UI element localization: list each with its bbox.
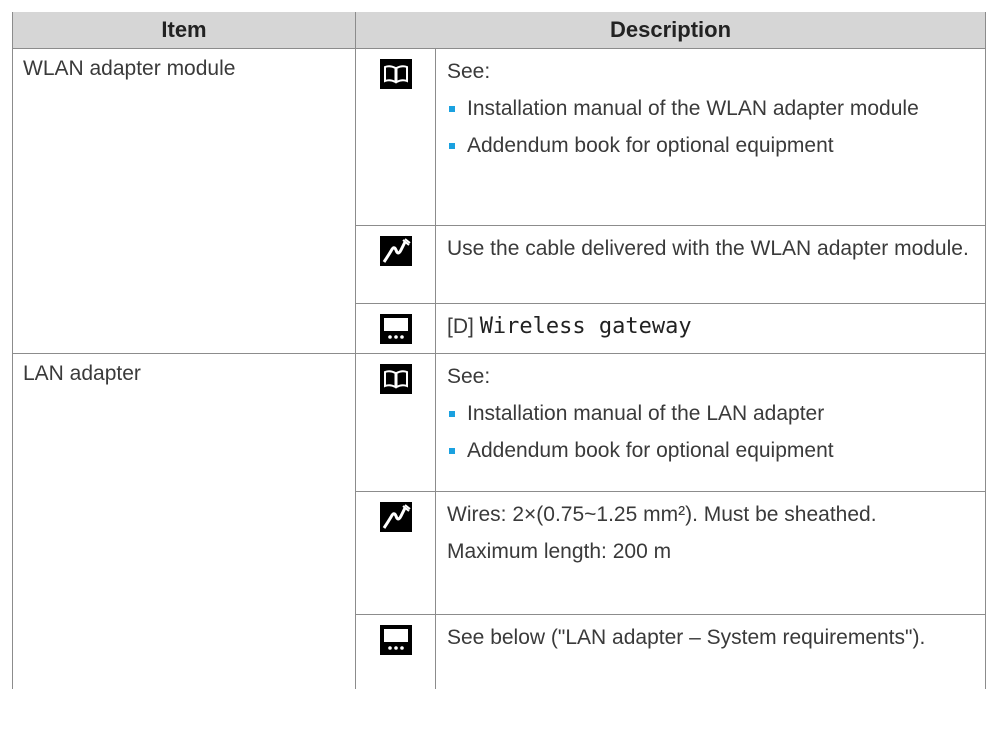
cable-text: Use the cable delivered with the WLAN ad… (447, 237, 969, 260)
menu-ref-prefix: [D] (447, 315, 474, 338)
max-length-text: Maximum length: 200 m (447, 540, 672, 563)
header-description: Description (355, 12, 986, 49)
desc-cell: See: Installation manual of the WLAN ada… (435, 48, 986, 226)
book-icon (379, 364, 412, 394)
item-lan-adapter: LAN adapter (12, 353, 356, 689)
icon-cell (355, 614, 436, 689)
see-label: See: (447, 60, 491, 83)
bullet-text: Addendum book for optional equipment (467, 134, 834, 157)
table-header-row: Item Description (12, 12, 986, 49)
header-item: Item (12, 12, 356, 49)
bullet-text: Addendum book for optional equipment (467, 439, 834, 462)
desc-cell: Use the cable delivered with the WLAN ad… (435, 225, 986, 304)
cable-icon (379, 502, 412, 532)
icon-cell (355, 353, 436, 492)
table-row: WLAN adapter module See: Installation ma… (12, 48, 986, 354)
icon-cell (355, 491, 436, 615)
see-label: See: (447, 365, 491, 388)
spec-table-container: Item Description WLAN adapter module See… (12, 12, 986, 689)
list-item: Addendum book for optional equipment (447, 436, 975, 466)
list-item: Installation manual of the LAN adapter (447, 399, 975, 429)
desc-cell: See: Installation manual of the LAN adap… (435, 353, 986, 492)
icon-cell (355, 225, 436, 304)
table-row: LAN adapter See: Installation manual of … (12, 353, 986, 689)
wires-text: Wires: 2×(0.75~1.25 mm²). Must be sheath… (447, 503, 877, 526)
book-icon (379, 59, 412, 89)
menu-ref-code: Wireless gateway (479, 314, 692, 339)
desc-cell: Wires: 2×(0.75~1.25 mm²). Must be sheath… (435, 491, 986, 615)
icon-cell (355, 303, 436, 354)
icon-cell (355, 48, 436, 226)
desc-cell: See below ("LAN adapter – System require… (435, 614, 986, 689)
controller-icon (379, 314, 412, 344)
cable-icon (379, 236, 412, 266)
bullet-text: Installation manual of the WLAN adapter … (467, 97, 919, 120)
system-req-text: See below ("LAN adapter – System require… (447, 626, 926, 649)
item-wlan-adapter-module: WLAN adapter module (12, 48, 356, 354)
spec-table: Item Description WLAN adapter module See… (12, 12, 986, 689)
list-item: Installation manual of the WLAN adapter … (447, 94, 975, 124)
bullet-text: Installation manual of the LAN adapter (467, 402, 825, 425)
controller-icon (379, 625, 412, 655)
list-item: Addendum book for optional equipment (447, 131, 975, 161)
desc-cell: [D] Wireless gateway (435, 303, 986, 354)
